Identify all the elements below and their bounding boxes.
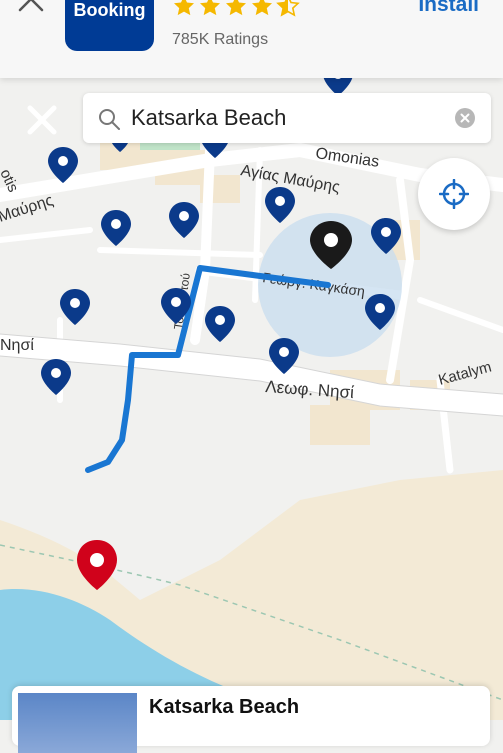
install-button[interactable]: Install: [418, 0, 479, 17]
star-icon: [252, 0, 272, 16]
place-thumbnail: [18, 693, 137, 753]
crosshair-icon: [439, 179, 469, 209]
close-map-icon[interactable]: [22, 100, 62, 140]
ratings-count: 785K Ratings: [172, 31, 269, 48]
locate-me-button[interactable]: [418, 158, 490, 230]
place-title: Katsarka Beach: [149, 696, 300, 718]
search-icon: [99, 109, 120, 130]
star-icon: [226, 0, 246, 16]
search-query[interactable]: Katsarka Beach: [131, 105, 286, 131]
search-field[interactable]: Katsarka Beach: [83, 93, 491, 143]
star-icon: [200, 0, 220, 16]
star-rating: [172, 0, 300, 18]
star-icon: [174, 0, 194, 16]
booking-app-icon: Booking: [65, 0, 154, 51]
clear-search-icon[interactable]: [455, 108, 475, 128]
half-star-icon: [276, 0, 300, 17]
street-label-nisi: Νησί: [0, 337, 34, 354]
place-card[interactable]: Katsarka Beach: [12, 686, 490, 753]
app-install-banner: Booking 785K Ratings Install: [0, 0, 503, 78]
app-name: Booking: [73, 0, 146, 20]
close-banner-icon[interactable]: [14, 0, 48, 16]
